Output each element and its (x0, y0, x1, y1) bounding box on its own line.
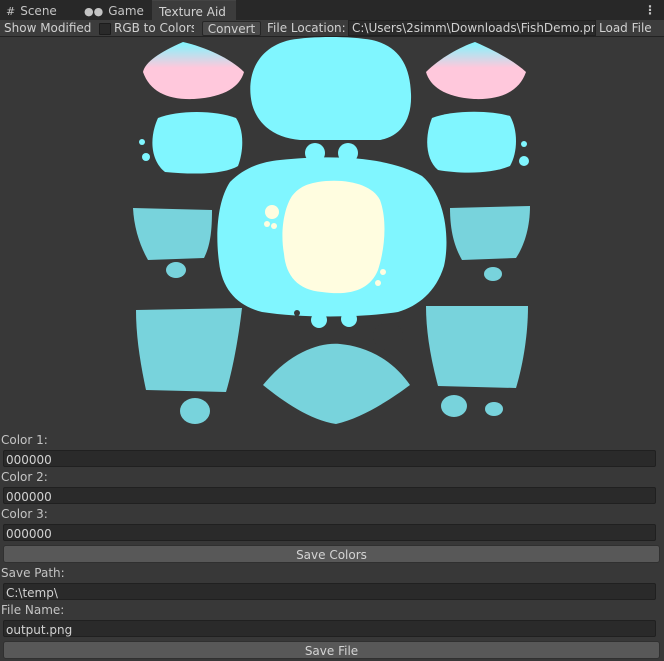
texture-preview (133, 37, 530, 424)
file-location-field[interactable]: C:\Users\2simm\Downloads\FishDemo.png (348, 20, 596, 36)
rgb-to-colors-checkbox[interactable] (99, 23, 111, 35)
tab-scene-label: Scene (20, 4, 57, 18)
color1-field[interactable]: 000000 (3, 450, 656, 467)
tab-scene[interactable]: # Scene (6, 0, 78, 20)
show-modified-toggle[interactable]: Show Modified (4, 20, 94, 36)
more-options-icon[interactable]: ⋮ (644, 0, 656, 20)
color3-field[interactable]: 000000 (3, 524, 656, 541)
tab-game[interactable]: ●● Game (84, 0, 154, 20)
uv-side-right (427, 111, 516, 173)
uv-eye-lower-right (341, 311, 357, 327)
file-location-label: File Location: (267, 21, 346, 35)
load-file-button[interactable]: Load File (599, 20, 661, 36)
uv-teal-side-right (450, 206, 530, 260)
tab-game-label: Game (108, 4, 144, 18)
uv-teal-lower-right (426, 306, 528, 388)
convert-button[interactable]: Convert (202, 21, 261, 36)
save-file-button[interactable]: Save File (3, 641, 660, 659)
color2-label: Color 2: (1, 470, 48, 484)
toolbar: Show Modified RGB to Colors Convert File… (0, 20, 664, 37)
save-path-field[interactable]: C:\temp\ (3, 583, 656, 600)
color3-label: Color 3: (1, 507, 48, 521)
save-colors-button[interactable]: Save Colors (3, 545, 660, 563)
file-name-label: File Name: (1, 603, 65, 617)
uv-fin-pink-right (426, 42, 526, 100)
color2-field[interactable]: 000000 (3, 487, 656, 504)
uv-fin-pink-left (143, 42, 244, 100)
uv-side-left (152, 112, 243, 174)
uv-teal-lower-left (136, 308, 242, 392)
uv-eye-lower-left (311, 312, 327, 328)
tab-bar: # Scene ●● Game Texture Aid ⋮ (0, 0, 664, 20)
uv-tail (263, 343, 410, 424)
tab-texture-aid[interactable]: Texture Aid (152, 0, 236, 20)
uv-belly (282, 180, 385, 294)
rgb-to-colors-label: RGB to Colors (114, 21, 194, 35)
color1-label: Color 1: (1, 433, 48, 447)
save-path-label: Save Path: (1, 566, 65, 580)
uv-head-top (250, 37, 412, 140)
file-name-field[interactable]: output.png (3, 620, 656, 637)
tab-texture-aid-label: Texture Aid (159, 5, 226, 19)
uv-teal-side-left (133, 208, 212, 260)
